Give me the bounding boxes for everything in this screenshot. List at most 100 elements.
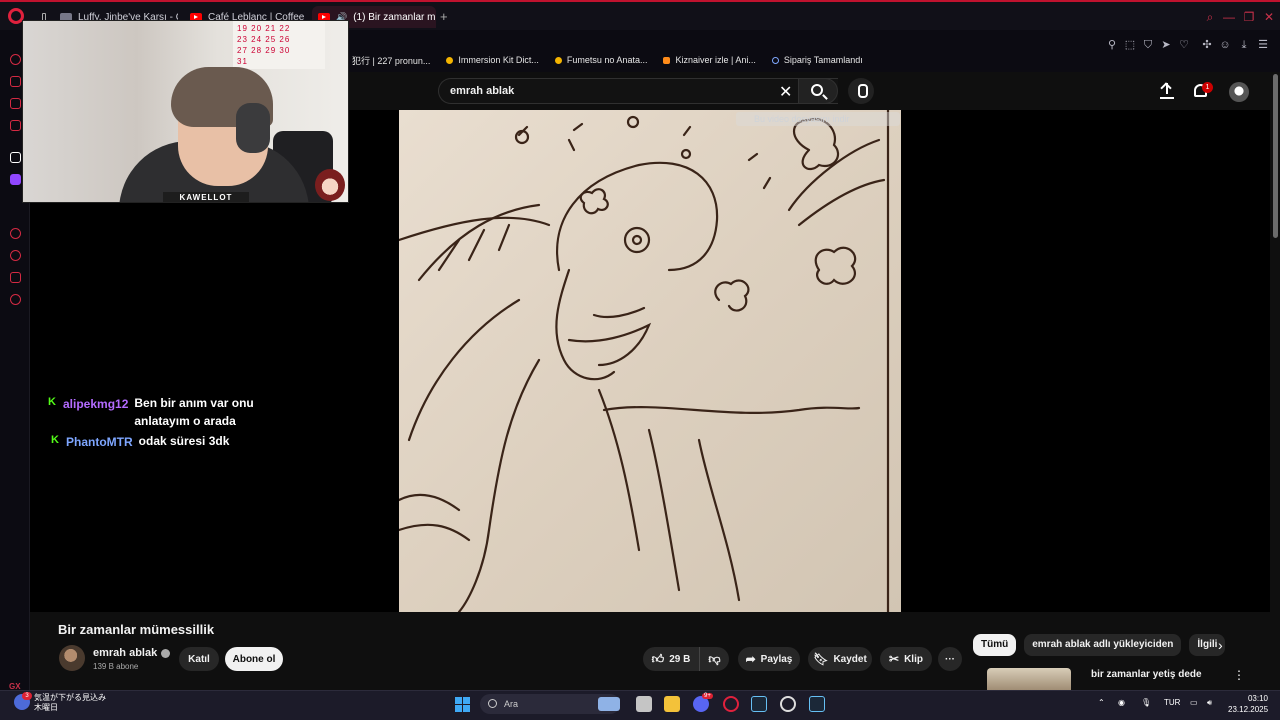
kick-icon: K — [48, 396, 56, 408]
save-button[interactable]: 🔖︎ Kaydet — [808, 647, 872, 671]
weather-badge: 3 — [22, 692, 32, 700]
verified-check-icon — [161, 648, 171, 658]
dislike-button[interactable]: 👎︎ — [699, 647, 729, 671]
download-video-hint[interactable]: Bu video dosyasını indir — [736, 112, 900, 126]
chevron-right-icon[interactable]: › — [1218, 637, 1223, 653]
extensions-icon[interactable]: ✣ — [1200, 38, 1214, 52]
sidebar-extensions-icon[interactable] — [10, 272, 21, 283]
bookmark-favicon-icon — [663, 56, 671, 64]
bookmark-item[interactable]: Sipariş Tamamlandı — [771, 52, 863, 68]
file-explorer-icon[interactable] — [664, 696, 680, 712]
chat-username: PhantoMTR — [66, 435, 133, 449]
opera-gx-icon[interactable] — [723, 696, 739, 712]
close-window-icon[interactable]: ✕ — [1262, 10, 1276, 24]
heart-icon[interactable]: ♡ — [1177, 38, 1191, 52]
clip-button[interactable]: ✂ Klip — [880, 647, 932, 671]
chip-from-uploader[interactable]: emrah ablak adlı yükleyiciden — [1024, 634, 1182, 656]
sidebar-app-icon[interactable] — [10, 152, 21, 163]
menu-icon[interactable]: ☰ — [1256, 38, 1270, 52]
chat-username: alipekmg12 — [63, 397, 129, 411]
volume-icon[interactable]: 🔊︎ — [1207, 698, 1212, 708]
recommendation-chips: Tümü emrah ablak adlı yükleyiciden İlgil… — [973, 634, 1226, 656]
subscribe-button[interactable]: Abone ol — [225, 647, 283, 671]
sidebar-twitch-icon[interactable] — [10, 174, 21, 185]
chatgpt-icon[interactable] — [780, 696, 796, 712]
chat-text: Ben bir anım var onu anlatayım o arada — [134, 396, 254, 428]
new-tab-button[interactable]: + — [440, 9, 448, 24]
weather-widget[interactable]: 気温が下がる見込み 木曜日 — [34, 693, 106, 713]
chat-message: K PhantoMTR odak süresi 3dk — [51, 434, 230, 450]
bookmark-favicon-icon — [446, 56, 454, 64]
kebab-menu-icon[interactable]: ⋮ — [1233, 668, 1245, 682]
tray-chevron-icon[interactable]: ⌃ — [1098, 698, 1105, 707]
send-icon[interactable]: ➤ — [1159, 38, 1173, 52]
chat-text: odak süresi 3dk — [138, 434, 230, 448]
discord-badge: 9+ — [702, 693, 713, 699]
search-icon — [811, 84, 823, 96]
shield-icon[interactable]: ⛉ — [1141, 38, 1155, 52]
search-input[interactable]: emrah ablak ✕ — [438, 78, 838, 104]
download-icon[interactable]: ⤓ — [1237, 38, 1251, 52]
sidebar-wallet-icon[interactable] — [10, 76, 21, 87]
sidebar-player-icon[interactable] — [10, 228, 21, 239]
upload-icon[interactable] — [1160, 83, 1174, 99]
bookmark-favicon-icon — [771, 56, 779, 64]
pin-icon[interactable]: ⚲ — [1105, 38, 1119, 52]
steam-icon[interactable] — [751, 696, 767, 712]
channel-name-link[interactable]: emrah ablak — [93, 647, 171, 659]
video-title: Bir zamanlar mümessillik — [58, 622, 215, 637]
maximize-icon[interactable]: ❐ — [1242, 10, 1256, 24]
system-clock[interactable]: 03:10 23.12.2025 — [1228, 693, 1268, 715]
streamer-webcam: 19 20 21 22 23 24 25 26 27 28 29 30 31 K… — [22, 20, 349, 203]
language-indicator[interactable]: TUR — [1164, 698, 1180, 707]
wall-calendar: 19 20 21 22 23 24 25 26 27 28 29 30 31 — [233, 21, 325, 69]
display-icon[interactable]: ▭ — [1190, 698, 1198, 707]
chip-all[interactable]: Tümü — [973, 634, 1017, 656]
headset-icon — [236, 103, 270, 153]
clear-search-icon[interactable]: ✕ — [779, 82, 792, 102]
bookmark-icon: 🔖︎ — [813, 652, 829, 666]
search-highlight-icon — [598, 697, 620, 711]
thumbs-up-icon: 👍︎ — [651, 651, 665, 666]
sidebar-instagram-icon[interactable] — [10, 120, 21, 131]
video-frame-drawing[interactable] — [399, 110, 901, 612]
sidebar-aria-icon[interactable] — [10, 54, 21, 65]
bookmark-item[interactable]: Fumetsu no Anata... — [554, 52, 647, 68]
recommended-video-thumbnail[interactable] — [987, 668, 1071, 690]
pen-sketch-illustration — [399, 110, 890, 612]
notification-badge: 1 — [1202, 82, 1213, 93]
snapshot-icon[interactable]: ⬚ — [1123, 38, 1137, 52]
more-actions-button[interactable]: ··· — [938, 647, 962, 671]
search-button[interactable] — [798, 78, 838, 104]
bookmarks-bar: 犯行 | 227 pronun... Immersion Kit Dict...… — [352, 52, 863, 68]
kick-icon: K — [51, 434, 59, 446]
voice-search-mic-icon[interactable] — [848, 78, 874, 104]
webcam-name-label: KAWELLOT — [163, 192, 249, 202]
share-button[interactable]: ➦ Paylaş — [738, 647, 800, 671]
task-view-icon[interactable] — [636, 696, 652, 712]
share-arrow-icon: ➦ — [745, 652, 756, 666]
anime-sticker — [315, 169, 345, 201]
sidebar-messenger-icon[interactable] — [10, 98, 21, 109]
thumbs-down-icon: 👎︎ — [708, 651, 721, 666]
bookmark-favicon-icon — [554, 56, 562, 64]
search-query: emrah ablak — [450, 85, 515, 97]
channel-avatar[interactable] — [59, 645, 85, 671]
recommended-video-title[interactable]: bir zamanlar yetiş dede — [1091, 669, 1202, 680]
windows-start-icon[interactable] — [455, 697, 470, 712]
profile-icon[interactable]: ☺ — [1218, 38, 1232, 52]
scrollbar-thumb[interactable] — [1273, 74, 1278, 238]
like-button[interactable]: 👍︎ 29 B — [643, 647, 699, 671]
sidebar-history-icon[interactable] — [10, 250, 21, 261]
join-button[interactable]: Katıl — [179, 647, 219, 671]
network-icon[interactable]: ◉ — [1118, 698, 1125, 707]
search-tabs-icon[interactable]: ⌕ — [1203, 10, 1217, 24]
account-avatar[interactable] — [1229, 82, 1249, 102]
bookmark-item[interactable]: Kiznaiver izle | Ani... — [663, 52, 756, 68]
sidebar-settings-icon[interactable] — [10, 294, 21, 305]
bookmark-item[interactable]: Immersion Kit Dict... — [446, 52, 539, 68]
steam-alt-icon[interactable] — [809, 696, 825, 712]
minimize-icon[interactable]: — — [1222, 10, 1236, 24]
microphone-icon[interactable]: 🎙︎ — [1141, 698, 1151, 707]
bookmark-item[interactable]: 犯行 | 227 pronun... — [352, 52, 430, 68]
